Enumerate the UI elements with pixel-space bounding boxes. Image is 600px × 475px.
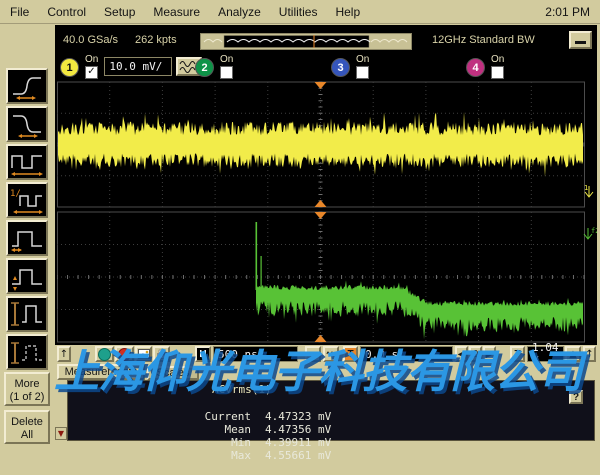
- channel-2-on-checkbox[interactable]: [220, 66, 233, 79]
- channel-4-on-checkbox[interactable]: [491, 66, 504, 79]
- measure-v-base-button[interactable]: [6, 258, 48, 294]
- measure-v-peak-peak-button[interactable]: [6, 296, 48, 332]
- measure-positive-width-button[interactable]: [6, 220, 48, 256]
- screenshot-button[interactable]: [135, 346, 152, 362]
- measurements-section: Measurements Scales ▼ ACVrms(1) Current4…: [55, 363, 597, 445]
- clock: 2:01 PM: [545, 5, 590, 19]
- measurement-source: ACVrms(1): [212, 383, 272, 396]
- trigger-level-field[interactable]: 1.04 V: [527, 346, 564, 362]
- tab-measurements[interactable]: Measurements: [57, 364, 145, 380]
- scope-main: 40.0 GSa/s 262 kpts 12GHz Standard BW 1 …: [55, 25, 597, 445]
- run-button[interactable]: [95, 346, 114, 362]
- scroll-up-left-button[interactable]: ↑: [57, 346, 71, 362]
- tab-scales[interactable]: Scales: [147, 366, 199, 380]
- channel-2-controls: 2 On: [195, 55, 233, 81]
- menu-file[interactable]: File: [10, 3, 39, 21]
- channel-3-button[interactable]: 3: [331, 58, 350, 77]
- timebase-decrease-button[interactable]: [305, 346, 321, 362]
- channel-4-button[interactable]: 4: [466, 58, 485, 77]
- channel-1-on-label: On: [85, 55, 98, 65]
- menu-bar: File Control Setup Measure Analyze Utili…: [0, 0, 600, 24]
- measure-sidebar: 1/ More(1 of 2) DeleteAll: [0, 24, 55, 450]
- trigger-position-icon[interactable]: T: [343, 346, 358, 362]
- measurement-row-max: Max4.55661 mV: [68, 436, 331, 475]
- pan-zero-button[interactable]: 0: [469, 346, 482, 362]
- horizontal-icon[interactable]: H: [195, 346, 211, 362]
- channel-1-on-checkbox[interactable]: ✓: [85, 66, 98, 79]
- minimize-button[interactable]: [569, 31, 592, 49]
- channel-3-on-checkbox[interactable]: [356, 66, 369, 79]
- channel-3-on-label: On: [356, 55, 369, 65]
- timebase-field[interactable]: 500 ns/: [213, 346, 298, 362]
- channel-1-scale-field[interactable]: 10.0 mV/: [104, 57, 172, 76]
- delay-field[interactable]: 0.0 s: [360, 346, 453, 362]
- acquisition-preview-bar[interactable]: [200, 33, 412, 50]
- pan-left-button[interactable]: ◀: [455, 346, 468, 362]
- measure-v-rms-button[interactable]: [6, 334, 48, 370]
- svg-text:1/: 1/: [10, 189, 21, 199]
- channel-2-button[interactable]: 2: [195, 58, 214, 77]
- trigger-level-up-button[interactable]: ▲: [565, 346, 581, 362]
- menu-help[interactable]: Help: [335, 3, 370, 21]
- more-button[interactable]: More(1 of 2): [4, 372, 50, 406]
- svg-text:1: 1: [584, 184, 588, 192]
- menu-measure[interactable]: Measure: [153, 3, 210, 21]
- sample-rate: 40.0 GSa/s: [63, 34, 118, 46]
- menu-utilities[interactable]: Utilities: [279, 3, 328, 21]
- menu-setup[interactable]: Setup: [104, 3, 145, 21]
- stop-button[interactable]: [115, 346, 134, 362]
- channel-1-button[interactable]: 1: [60, 58, 79, 77]
- pan-right-button[interactable]: ▶: [483, 346, 496, 362]
- channel-2-on-label: On: [220, 55, 233, 65]
- scroll-up-right-button[interactable]: ↑: [583, 346, 596, 362]
- horizontal-toolbar: ↑ H 500 ns/ T 0.0 s ◀ 0 ▶ T 1.04 V ▲ ↑: [55, 345, 597, 363]
- channel-3-controls: 3 On: [331, 55, 369, 81]
- channel-4-controls: 4 On: [466, 55, 504, 81]
- channel-1-controls: 1 On ✓ 10.0 mV/: [60, 55, 202, 81]
- measure-rise-time-button[interactable]: [6, 68, 48, 104]
- memory-depth: 262 kpts: [135, 34, 177, 46]
- measure-period-button[interactable]: [6, 144, 48, 180]
- print-button[interactable]: [153, 346, 170, 362]
- menu-analyze[interactable]: Analyze: [218, 3, 271, 21]
- menu-control[interactable]: Control: [47, 3, 96, 21]
- channel-4-on-label: On: [491, 55, 504, 65]
- bandwidth-label: 12GHz Standard BW: [432, 34, 535, 46]
- delete-all-button[interactable]: DeleteAll: [4, 410, 50, 444]
- trigger-level-icon[interactable]: T: [510, 346, 525, 362]
- measurements-panel: ACVrms(1) Current4.47323 mV Mean4.47356 …: [67, 380, 595, 441]
- measure-frequency-button[interactable]: 1/: [6, 182, 48, 218]
- timebase-increase-button[interactable]: [323, 346, 339, 362]
- svg-text:f2: f2: [591, 227, 597, 235]
- measurements-scroll-down-button[interactable]: ▼: [55, 427, 67, 440]
- help-button[interactable]: ?: [569, 390, 583, 404]
- waveform-display: 1 f2: [57, 80, 597, 345]
- measure-fall-time-button[interactable]: [6, 106, 48, 142]
